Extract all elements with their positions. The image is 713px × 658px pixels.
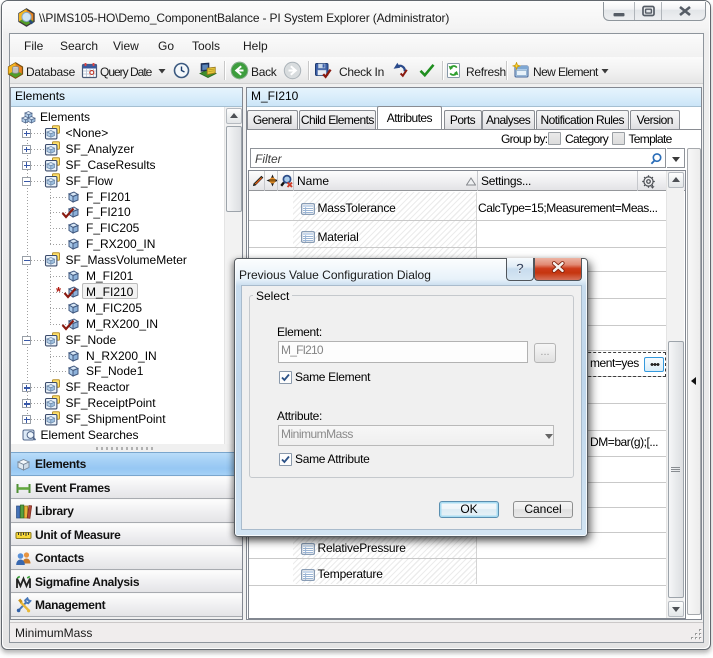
svg-text:?: ? [516,260,525,276]
